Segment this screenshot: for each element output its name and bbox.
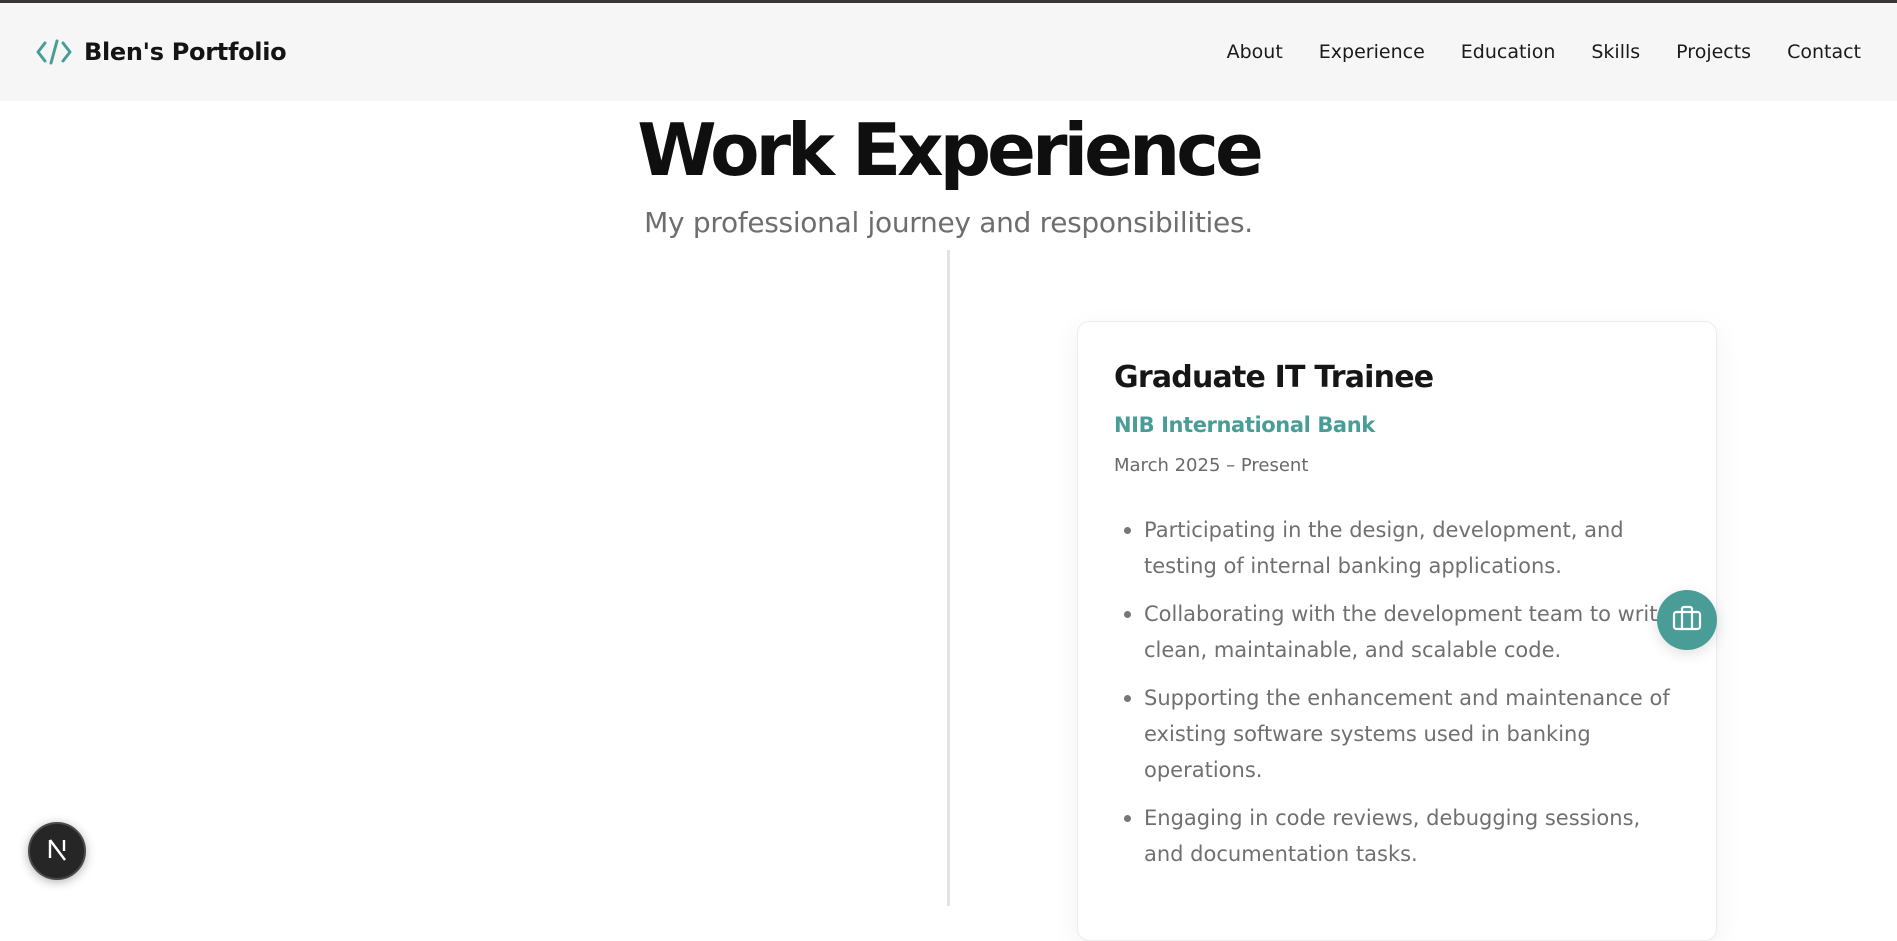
company-name: NIB International Bank: [1114, 413, 1375, 437]
nextjs-devtools-button[interactable]: [28, 822, 86, 880]
nav-projects[interactable]: Projects: [1676, 41, 1751, 63]
experience-card: Graduate IT Trainee NIB International Ba…: [1077, 321, 1717, 941]
list-item: Engaging in code reviews, debugging sess…: [1114, 800, 1680, 872]
job-dates: March 2025 – Present: [1114, 455, 1309, 476]
nav-education[interactable]: Education: [1461, 41, 1556, 63]
brand[interactable]: Blen's Portfolio: [36, 37, 287, 67]
main-nav: About Experience Education Skills Projec…: [1227, 41, 1861, 63]
responsibilities-list: Participating in the design, development…: [1114, 512, 1680, 872]
job-title: Graduate IT Trainee: [1114, 360, 1434, 395]
nav-about[interactable]: About: [1227, 41, 1283, 63]
briefcase-icon: [1672, 605, 1702, 636]
nav-experience[interactable]: Experience: [1319, 41, 1425, 63]
timeline-badge: [1657, 590, 1717, 650]
nav-skills[interactable]: Skills: [1591, 41, 1640, 63]
nav-contact[interactable]: Contact: [1787, 41, 1861, 63]
code-icon: [36, 37, 72, 67]
section-subtitle: My professional journey and responsibili…: [644, 206, 1253, 239]
brand-title: Blen's Portfolio: [84, 38, 287, 66]
list-item: Participating in the design, development…: [1114, 512, 1680, 584]
timeline-line: [947, 250, 950, 906]
list-item: Collaborating with the development team …: [1114, 596, 1680, 668]
nextjs-logo-icon: [42, 834, 72, 869]
section-title: Work Experience: [637, 108, 1264, 192]
navbar: Blen's Portfolio About Experience Educat…: [0, 3, 1897, 101]
list-item: Supporting the enhancement and maintenan…: [1114, 680, 1680, 788]
